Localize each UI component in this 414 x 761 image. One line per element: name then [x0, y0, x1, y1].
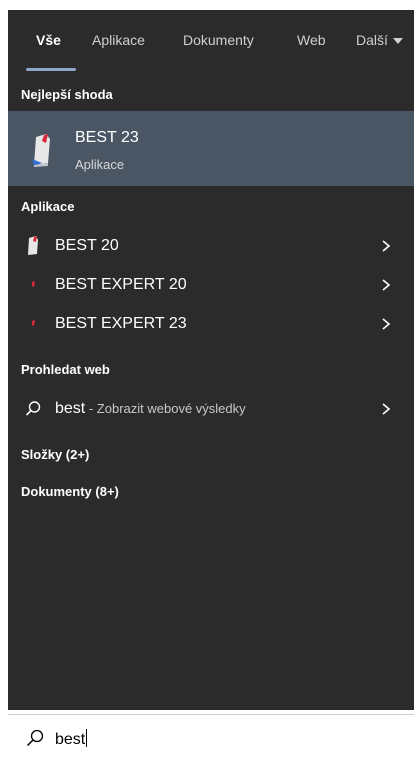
- app-item-best-expert-23[interactable]: BEST EXPERT 23: [8, 305, 414, 343]
- section-best-match: Nejlepší shoda: [21, 87, 113, 102]
- tab-more[interactable]: Další: [356, 32, 403, 48]
- chevron-right-icon[interactable]: [378, 400, 394, 418]
- tab-apps[interactable]: Aplikace: [92, 32, 145, 48]
- best-expert-icon: [32, 281, 35, 287]
- chevron-right-icon[interactable]: [378, 276, 394, 294]
- section-folders[interactable]: Složky (2+): [21, 447, 89, 462]
- best-app-icon: [28, 236, 38, 255]
- best-match-title: BEST 23: [75, 129, 139, 146]
- search-box[interactable]: best: [8, 714, 414, 761]
- search-icon: [25, 401, 41, 416]
- app-item-label: BEST EXPERT 23: [55, 315, 187, 332]
- section-documents[interactable]: Dokumenty (8+): [21, 484, 119, 499]
- web-search-item[interactable]: best - Zobrazit webové výsledky: [8, 390, 414, 428]
- tab-more-label: Další: [356, 32, 388, 48]
- best-match-subtitle: Aplikace: [75, 157, 125, 172]
- app-item-best-20[interactable]: BEST 20: [8, 227, 414, 265]
- web-search-suffix: - Zobrazit webové výsledky: [85, 401, 246, 416]
- filter-tabs: Vše Aplikace Dokumenty Web Další: [8, 10, 414, 76]
- app-item-label: BEST 20: [55, 237, 119, 254]
- search-icon: [26, 729, 44, 747]
- best-expert-icon: [32, 320, 35, 326]
- tab-web[interactable]: Web: [297, 32, 326, 48]
- tab-all[interactable]: Vše: [36, 32, 61, 48]
- section-web-search: Prohledat web: [21, 362, 110, 377]
- web-search-label: best - Zobrazit webové výsledky: [55, 400, 246, 418]
- chevron-down-icon: [392, 38, 403, 45]
- web-search-query: best: [55, 400, 86, 417]
- best-app-icon: [32, 134, 50, 167]
- chevron-right-icon[interactable]: [378, 237, 394, 255]
- search-results-panel: Vše Aplikace Dokumenty Web Další Nejlepš…: [8, 10, 414, 710]
- tab-documents[interactable]: Dokumenty: [183, 32, 254, 48]
- text-cursor: [86, 729, 88, 747]
- chevron-right-icon[interactable]: [378, 315, 394, 333]
- app-item-best-expert-20[interactable]: BEST EXPERT 20: [8, 266, 414, 304]
- best-match-item[interactable]: BEST 23 Aplikace: [8, 111, 414, 186]
- active-tab-indicator: [26, 68, 76, 71]
- app-item-label: BEST EXPERT 20: [55, 276, 187, 293]
- section-apps: Aplikace: [21, 199, 75, 214]
- search-input[interactable]: best: [55, 729, 88, 749]
- search-input-value: best: [55, 731, 86, 748]
